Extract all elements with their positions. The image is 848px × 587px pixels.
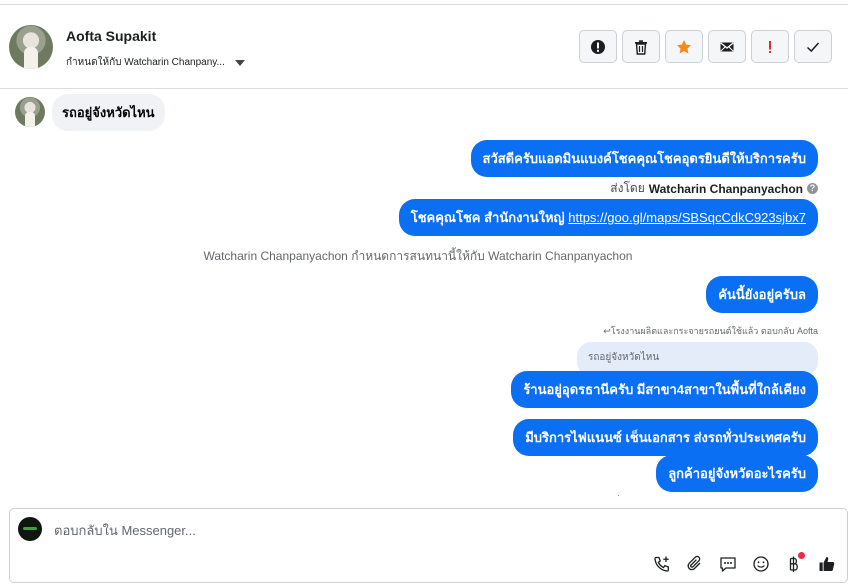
composer-tools <box>652 552 837 574</box>
paperclip-icon <box>687 555 701 571</box>
reply-indicator: ↩โรงงานผลิตและกระจายรถยนต์ใช้แล้ว ตอบกลั… <box>603 326 818 336</box>
chat-bubble-icon <box>720 557 736 572</box>
caret-down-icon <box>234 59 245 66</box>
location-text: โชคคุณโชค สำนักงานใหญ่ <box>410 210 565 225</box>
envelope-icon <box>720 41 734 52</box>
outgoing-message[interactable]: ร้านอยู่อุดรธานีครับ มีสาขา4สาขาในพื้นที… <box>511 371 818 408</box>
alert-circle-icon <box>591 39 605 54</box>
conversation-header: Aofta Supakit กำหนดให้กับ Watcharin Chan… <box>0 5 848 89</box>
payment-button[interactable] <box>784 552 805 574</box>
important-button[interactable] <box>751 30 789 63</box>
sent-by-info: ส่งโดย Watcharin Chanpanyachon ? <box>610 179 818 198</box>
sent-by-label: ส่งโดย <box>610 181 645 195</box>
assign-label: กำหนดให้กับ Watcharin Chanpany... <box>66 57 225 68</box>
saved-replies-button[interactable] <box>718 554 738 574</box>
smiley-icon <box>753 556 769 572</box>
notification-dot <box>798 552 805 559</box>
outgoing-message[interactable]: สวัสดีครับแอดมินแบงค์โชคคุณโชคอุดรยินดีใ… <box>470 140 818 177</box>
reply-composer <box>9 508 848 583</box>
reply-input[interactable] <box>54 523 654 538</box>
trash-icon <box>635 39 647 55</box>
header-actions <box>579 30 832 63</box>
outgoing-message-location[interactable]: โชคคุณโชค สำนักงานใหญ่ https://goo.gl/ma… <box>398 199 818 236</box>
attach-button[interactable] <box>685 554 705 574</box>
contact-name[interactable]: Aofta Supakit <box>66 28 156 44</box>
delete-button[interactable] <box>622 30 660 63</box>
star-button[interactable] <box>665 30 703 63</box>
sender-avatar <box>15 97 45 127</box>
done-button[interactable] <box>794 30 832 63</box>
map-link[interactable]: https://goo.gl/maps/SBSqcCdkC923sjbx7 <box>568 210 806 225</box>
contact-avatar[interactable] <box>9 25 53 69</box>
help-icon[interactable]: ? <box>807 183 818 194</box>
outgoing-message[interactable]: คันนี้ยังอยู่ครับล <box>706 276 818 313</box>
phone-plus-icon <box>654 556 669 572</box>
check-icon <box>806 41 820 52</box>
thumbs-up-icon <box>819 557 835 571</box>
like-button[interactable] <box>817 554 837 574</box>
incoming-message[interactable]: รถอยู่จังหวัดไหน <box>52 94 165 131</box>
spam-button[interactable] <box>579 30 617 63</box>
system-note: Watcharin Chanpanyachon กำหนดการสนทนานี้… <box>203 249 633 263</box>
exclamation-icon <box>769 40 771 53</box>
assign-dropdown[interactable]: กำหนดให้กับ Watcharin Chanpany... <box>66 55 245 70</box>
outgoing-message[interactable]: ลูกค้าอยู่จังหวัดอะไรครับ <box>656 455 818 492</box>
page-avatar <box>18 517 42 541</box>
emoji-button[interactable] <box>751 554 771 574</box>
sent-by-name: Watcharin Chanpanyachon <box>648 181 803 196</box>
outgoing-message[interactable]: มีบริการไฟแนนซ์ เช็นเอกสาร ส่งรถทั่วประเ… <box>513 419 818 456</box>
typing-dot <box>618 495 619 496</box>
star-icon <box>677 39 691 53</box>
message-thread[interactable]: รถอยู่จังหวัดไหน สวัสดีครับแอดมินแบงค์โช… <box>0 90 848 500</box>
mail-button[interactable] <box>708 30 746 63</box>
call-button[interactable] <box>652 554 672 574</box>
